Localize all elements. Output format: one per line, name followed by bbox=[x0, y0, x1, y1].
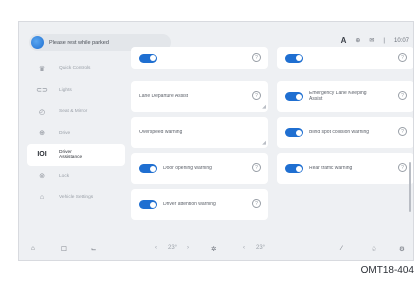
sidebar-item-icon: ⊂⊃ bbox=[36, 87, 48, 95]
setting-label: Blind spot collision warning bbox=[309, 129, 370, 135]
gear-icon[interactable]: ⚙ bbox=[399, 245, 405, 253]
left-temp-value: 23° bbox=[168, 245, 178, 251]
sidebar-item-icon: ♛ bbox=[38, 65, 46, 73]
toggle-switch[interactable] bbox=[285, 128, 303, 137]
setting-card[interactable]: Overspeed warning ◢ bbox=[131, 117, 268, 148]
expand-corner-icon: ◢ bbox=[262, 104, 266, 110]
setting-card[interactable]: Blind spot collision warning? bbox=[277, 117, 413, 148]
info-icon[interactable]: ? bbox=[398, 127, 407, 136]
info-icon[interactable]: ? bbox=[252, 53, 261, 62]
info-icon[interactable]: ? bbox=[252, 163, 261, 172]
sidebar-item[interactable]: ◴ Seat & Mirror bbox=[27, 101, 125, 123]
setting-card[interactable]: Emergency Lane Keeping Assist? bbox=[277, 81, 413, 112]
status-icons: A ⊕ ✉ | 10:07 bbox=[341, 36, 409, 45]
sidebar-item-label: Seat & Mirror bbox=[59, 109, 88, 115]
setting-card[interactable]: Driver attention warning? bbox=[131, 189, 268, 220]
sidebar-item-icon: IOI bbox=[37, 151, 47, 159]
info-icon[interactable]: ? bbox=[398, 91, 407, 100]
infotainment-screen: Please rest while parked A ⊕ ✉ | 10:07 ♛… bbox=[18, 21, 414, 261]
sidebar-item-label: Drive bbox=[59, 130, 71, 136]
left-temp-down-icon[interactable]: ‹ bbox=[155, 245, 157, 251]
sidebar-item-label: Lights bbox=[59, 87, 72, 93]
top-bar: Please rest while parked A ⊕ ✉ | 10:07 bbox=[19, 22, 413, 51]
signal-icon: ⊕ bbox=[355, 38, 361, 44]
setting-card[interactable]: ? bbox=[131, 47, 268, 69]
a-status-icon: A bbox=[340, 36, 347, 45]
figure-code: OMT18-404 bbox=[360, 265, 414, 276]
sidebar-item-icon: ◴ bbox=[38, 108, 46, 116]
sidebar-item-icon: ⊕ bbox=[39, 130, 45, 138]
toggle-switch[interactable] bbox=[285, 164, 303, 173]
bell-icon[interactable]: ♤ bbox=[371, 245, 377, 253]
home-icon[interactable]: ⌂ bbox=[31, 245, 35, 252]
setting-card[interactable]: Lane Departure Assist? ◢ bbox=[131, 81, 268, 112]
toggle-switch[interactable] bbox=[139, 53, 157, 63]
setting-label: Lane Departure Assist bbox=[139, 93, 189, 99]
vehicle-status-label: Please rest while parked bbox=[49, 39, 109, 46]
setting-label: Rear traffic warning bbox=[309, 165, 353, 171]
sidebar-item-label: Vehicle Settings bbox=[59, 195, 94, 201]
sidebar-item[interactable]: ⌂ Vehicle Settings bbox=[27, 187, 125, 209]
settings-sidebar: ♛ Quick Controls ⊂⊃ Lights ◴ Seat & Mirror ⊕ Dr… bbox=[27, 58, 125, 209]
left-temp-up-icon[interactable]: › bbox=[187, 245, 189, 251]
bottom-bar: ⌂ ☐ ⌙ ‹ 23° › ✲ ‹ 23° ⁄ ♤ ⚙ bbox=[19, 236, 413, 260]
sidebar-item[interactable]: IOI Driver Assistance bbox=[27, 144, 125, 166]
sidebar-item[interactable]: ⊚ Lock bbox=[27, 166, 125, 188]
info-icon[interactable]: ? bbox=[252, 199, 261, 208]
setting-label: Door opening warning bbox=[163, 165, 212, 171]
sidebar-item-icon: ⌂ bbox=[39, 194, 45, 202]
setting-label: Driver attention warning bbox=[163, 201, 216, 207]
toggle-switch[interactable] bbox=[285, 92, 303, 101]
scrollbar[interactable] bbox=[409, 162, 411, 212]
right-temp-value: 23° bbox=[256, 245, 266, 251]
divider: | bbox=[383, 37, 385, 44]
sidebar-item[interactable]: ⊕ Drive bbox=[27, 123, 125, 145]
message-icon: ✉ bbox=[369, 38, 375, 44]
vehicle-avatar-icon bbox=[31, 36, 44, 49]
sidebar-item-label: Driver Assistance bbox=[59, 149, 83, 160]
info-icon[interactable]: ? bbox=[252, 91, 261, 100]
sidebar-item[interactable]: ♛ Quick Controls bbox=[27, 58, 125, 80]
setting-card[interactable]: Rear traffic warning? bbox=[277, 153, 413, 184]
clock-text: 10:07 bbox=[393, 37, 409, 44]
square-icon[interactable]: ☐ bbox=[61, 245, 67, 253]
wiper-icon[interactable]: ⁄ bbox=[341, 245, 342, 252]
info-icon[interactable]: ? bbox=[398, 163, 407, 172]
setting-label: Emergency Lane Keeping Assist bbox=[309, 91, 367, 102]
seat-icon[interactable]: ⌙ bbox=[91, 245, 96, 253]
toggle-switch[interactable] bbox=[285, 53, 303, 63]
sidebar-item[interactable]: ⊂⊃ Lights bbox=[27, 80, 125, 102]
setting-card[interactable]: Door opening warning? bbox=[131, 153, 268, 184]
setting-label: Overspeed warning bbox=[139, 129, 183, 135]
toggle-switch[interactable] bbox=[139, 200, 157, 209]
setting-card[interactable]: ? bbox=[277, 47, 413, 69]
sidebar-item-label: Lock bbox=[59, 173, 70, 179]
sidebar-item-icon: ⊚ bbox=[39, 173, 45, 181]
sidebar-item-label: Quick Controls bbox=[59, 66, 91, 72]
info-icon[interactable]: ? bbox=[398, 53, 407, 62]
fan-icon[interactable]: ✲ bbox=[211, 245, 216, 253]
toggle-switch[interactable] bbox=[139, 164, 157, 173]
expand-corner-icon: ◢ bbox=[262, 140, 266, 146]
right-temp-down-icon[interactable]: ‹ bbox=[243, 245, 245, 251]
